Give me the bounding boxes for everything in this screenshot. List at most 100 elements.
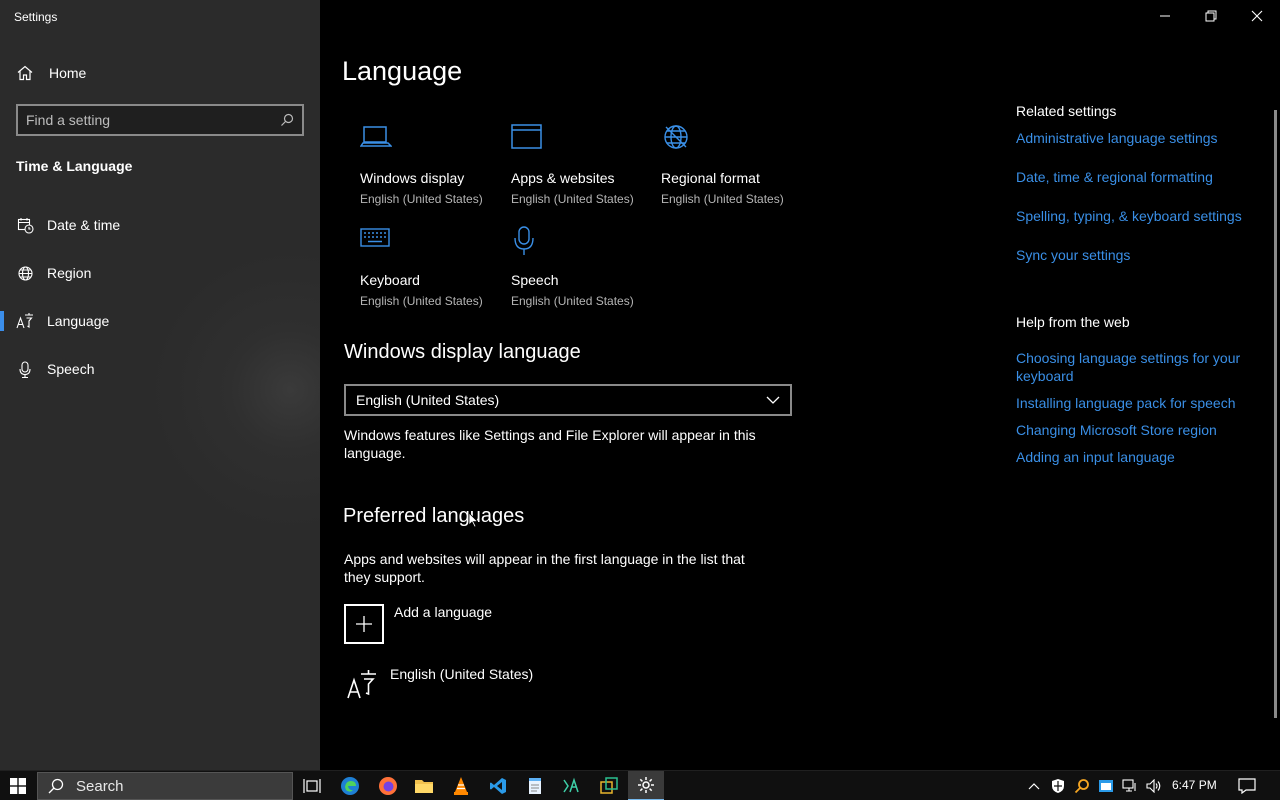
keyboard-icon [360, 226, 396, 256]
mouse-pointer-icon [468, 512, 478, 528]
link-help-keyboard[interactable]: Choosing language settings for your keyb… [1016, 349, 1256, 385]
tile-regional-format[interactable]: Regional format English (United States) [661, 124, 801, 214]
network-icon [1122, 779, 1136, 792]
find-setting-input[interactable] [26, 112, 280, 128]
tile-apps-websites[interactable]: Apps & websites English (United States) [511, 124, 651, 214]
display-language-heading: Windows display language [344, 341, 581, 363]
link-admin-language-settings[interactable]: Administrative language settings [1016, 129, 1256, 147]
start-button[interactable] [0, 771, 36, 800]
link-sync-settings[interactable]: Sync your settings [1016, 246, 1256, 264]
preferred-languages-heading: Preferred languages [343, 505, 525, 527]
restore-button[interactable] [1188, 0, 1234, 32]
shield-icon [1052, 779, 1064, 793]
add-language-label: Add a language [394, 604, 493, 620]
related-settings-heading: Related settings [1016, 103, 1117, 119]
task-view-button[interactable] [294, 771, 330, 800]
search-tray-button[interactable] [1072, 771, 1092, 800]
plus-icon [344, 604, 384, 644]
notepad-icon [529, 778, 541, 794]
dropdown-value: English (United States) [356, 392, 500, 408]
link-help-input-language[interactable]: Adding an input language [1016, 448, 1256, 466]
network-tray-button[interactable] [1120, 771, 1140, 800]
taskbar-clock[interactable]: 6:47 PM [1172, 778, 1217, 792]
restore-icon [1205, 10, 1217, 22]
tile-name: Keyboard [360, 272, 420, 288]
page-title: Language [342, 56, 463, 86]
preferred-languages-description: Apps and websites will appear in the fir… [344, 551, 745, 585]
sidebar-item-date-time[interactable]: Date & time [0, 207, 320, 243]
sidebar-item-speech[interactable]: Speech [0, 351, 320, 387]
window-app-icon [600, 777, 618, 794]
app-title: Settings [14, 10, 58, 24]
tile-name: Apps & websites [511, 170, 615, 186]
add-language-button[interactable]: Add a language [344, 604, 492, 644]
language-item-english-us[interactable]: English (United States) [344, 664, 794, 704]
app-icon [563, 777, 579, 793]
settings-button[interactable] [628, 771, 664, 800]
sidebar-item-region[interactable]: Region [0, 255, 320, 291]
globe-icon [16, 264, 34, 282]
close-icon [1251, 10, 1263, 22]
close-button[interactable] [1234, 0, 1280, 32]
laptop-icon [359, 124, 396, 154]
app-tray-button[interactable] [1096, 771, 1116, 800]
globe-format-icon [661, 124, 697, 154]
tile-name: Windows display [360, 170, 465, 186]
browser-window-icon [511, 124, 547, 154]
calendar-clock-icon [16, 216, 34, 234]
vlc-button[interactable] [443, 771, 479, 800]
tile-name: Regional format [661, 170, 760, 186]
language-icon [344, 664, 380, 704]
language-name: English (United States) [390, 666, 534, 682]
sidebar-item-label: Language [47, 313, 110, 329]
volume-tray-button[interactable] [1144, 771, 1164, 800]
microphone-icon [511, 226, 547, 256]
find-setting-box[interactable] [16, 104, 304, 136]
sidebar-item-language[interactable]: Language [0, 303, 320, 339]
firefox-icon [379, 777, 397, 795]
notepad-button[interactable] [517, 771, 553, 800]
link-help-store-region[interactable]: Changing Microsoft Store region [1016, 421, 1256, 439]
edge-button[interactable] [332, 771, 368, 800]
file-explorer-button[interactable] [406, 771, 442, 800]
home-label: Home [49, 65, 87, 81]
home-nav-item[interactable]: Home [16, 62, 86, 84]
tile-subtitle: English (United States) [661, 192, 784, 206]
window-tray-icon [1099, 780, 1113, 792]
vlc-icon [454, 777, 468, 795]
tile-subtitle: English (United States) [360, 192, 483, 206]
display-language-dropdown[interactable]: English (United States) [344, 384, 792, 416]
scrollbar[interactable] [1274, 110, 1277, 718]
tile-subtitle: English (United States) [511, 294, 634, 308]
chevron-up-icon [1028, 783, 1040, 790]
show-hidden-icons-button[interactable] [1024, 771, 1044, 800]
help-from-web-heading: Help from the web [1016, 314, 1130, 330]
notification-icon [1238, 778, 1256, 794]
volume-icon [1146, 779, 1161, 793]
action-center-button[interactable] [1234, 771, 1260, 800]
minimize-button[interactable] [1142, 0, 1188, 32]
file-explorer-icon [415, 780, 433, 793]
tile-speech[interactable]: Speech English (United States) [511, 226, 651, 316]
tile-subtitle: English (United States) [511, 192, 634, 206]
vscode-button[interactable] [480, 771, 516, 800]
minimize-icon [1160, 15, 1170, 17]
magnifier-icon [1074, 779, 1089, 794]
tile-keyboard[interactable]: Keyboard English (United States) [360, 226, 500, 316]
taskbar-search-box[interactable]: Search [37, 772, 293, 800]
sidebar-item-label: Date & time [47, 217, 121, 233]
firefox-button[interactable] [370, 771, 406, 800]
link-spelling-typing-keyboard[interactable]: Spelling, typing, & keyboard settings [1016, 207, 1266, 225]
window-app-button[interactable] [591, 771, 627, 800]
search-icon[interactable] [280, 113, 294, 127]
defender-tray-button[interactable] [1048, 771, 1068, 800]
link-date-time-regional[interactable]: Date, time & regional formatting [1016, 168, 1256, 186]
search-icon [48, 778, 64, 794]
sidebar-item-label: Region [47, 265, 92, 281]
tile-windows-display[interactable]: Windows display English (United States) [359, 124, 500, 214]
tile-subtitle: English (United States) [360, 294, 483, 308]
app-button[interactable] [554, 771, 590, 800]
settings-gear-icon [638, 777, 654, 793]
link-help-speech-pack[interactable]: Installing language pack for speech [1016, 394, 1256, 412]
windows-logo-icon [10, 778, 26, 794]
